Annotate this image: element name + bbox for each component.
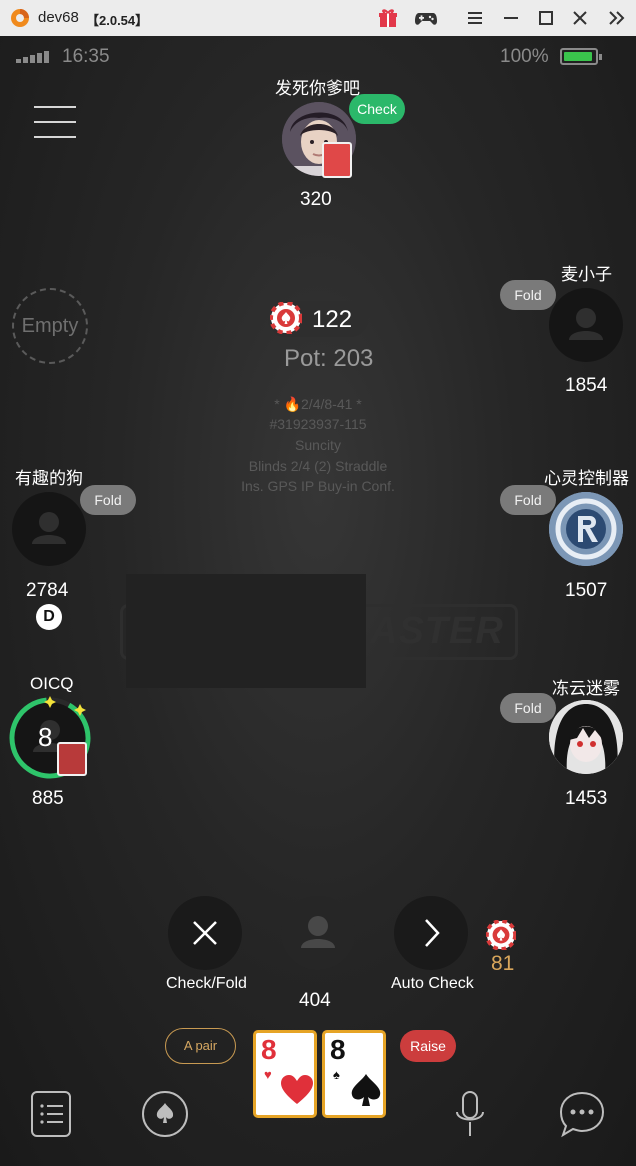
chip-icon [270,302,302,334]
battery-level [564,52,592,61]
heart-icon [281,1075,313,1104]
card-1-rank: 8 [261,1034,277,1065]
card-1-suit: ♥ [264,1067,272,1082]
table-info-blinds: Blinds 2/4 (2) Straddle [248,458,388,474]
watermark-redaction [126,574,366,688]
seat-left-2-cards [57,742,87,776]
app-name: dev68 [38,9,79,26]
table-info-stakes: * 🔥2/4/8-41 * [274,396,362,412]
chat-icon[interactable] [558,1090,606,1138]
spade-icon [351,1074,381,1106]
seat-top-cards [322,142,352,178]
emblem-avatar-icon [549,492,623,566]
app-logo-icon [11,9,29,27]
seat-left-1-name: 有趣的狗 [15,469,83,488]
minimize-icon[interactable] [500,7,522,29]
spade-icon[interactable] [141,1090,189,1138]
seat-right-2-avatar[interactable] [549,492,623,566]
hole-card-2[interactable]: 8 ♠ [322,1030,386,1118]
seat-left-1-stack: 2784 [26,580,69,601]
seat-right-2-stack: 1507 [565,580,608,601]
table-menu-button[interactable] [34,106,76,140]
table-info-id: #31923937-115 [269,416,367,432]
gift-icon[interactable] [377,7,399,29]
battery-percent: 100% [500,46,549,67]
auto-check-label[interactable]: Auto Check [391,975,474,993]
card-2-suit: ♠ [333,1067,340,1082]
seat-right-1-stack: 1854 [565,375,608,396]
seat-right-1-avatar[interactable] [549,288,623,362]
seat-top-name: 发死你爹吧 [275,79,360,98]
seat-right-2-name: 心灵控制器 [544,469,629,488]
default-avatar-icon [301,916,335,948]
hole-card-1[interactable]: 8 ♥ [253,1030,317,1118]
raise-button[interactable]: Raise [400,1030,456,1062]
table-info-club: Suncity [295,437,341,453]
turn-timer-count: 8 [38,722,53,752]
seat-left-2-stack: 885 [32,788,64,809]
seat-right-3-avatar[interactable] [549,700,623,774]
seat-right-3-stack: 1453 [565,788,608,809]
close-x-icon [193,921,217,945]
auto-check-button[interactable] [394,896,468,970]
pot-total: Pot: 203 [284,345,374,372]
check-fold-button[interactable] [168,896,242,970]
microphone-icon[interactable] [446,1090,494,1138]
default-avatar-icon [569,308,603,340]
seat-top-action-badge: Check [349,94,405,124]
list-icon[interactable] [28,1090,76,1138]
maximize-icon[interactable] [535,7,557,29]
seat-left-2-name: OICQ [30,674,74,693]
card-2-rank: 8 [330,1034,346,1065]
gamepad-icon[interactable] [414,7,438,29]
hero-avatar[interactable] [281,896,355,970]
menu-icon[interactable] [464,7,486,29]
default-avatar-icon [32,512,66,544]
battery-icon [560,48,602,65]
seat-right-2-action-badge: Fold [500,485,556,515]
close-icon[interactable] [569,7,591,29]
hero-bet-amount: 81 [491,952,515,975]
chip-icon [486,920,516,950]
clock: 16:35 [62,46,110,67]
hero-stack: 404 [299,990,331,1011]
chevron-right-icon [425,919,440,947]
empty-seat[interactable]: Empty [12,288,88,364]
seat-right-3-action-badge: Fold [500,693,556,723]
watermark-text: ASTER [370,610,504,652]
seat-top-stack: 320 [300,189,332,210]
check-fold-label[interactable]: Check/Fold [166,975,247,993]
current-bet-amount: 122 [312,306,353,333]
collapse-icon[interactable] [606,7,628,29]
hand-rank-badge: A pair [165,1028,236,1064]
app-version: 【2.0.54】 [86,13,149,28]
table-info-rules: Ins. GPS IP Buy-in Conf. [241,478,395,494]
anime-avatar-icon [549,700,623,774]
dealer-button: D [36,604,62,630]
seat-left-1-action-badge: Fold [80,485,136,515]
seat-left-1-avatar[interactable] [12,492,86,566]
seat-right-3-name: 冻云迷雾 [552,679,620,698]
emulator-titlebar: dev68 【2.0.54】 [0,0,636,36]
signal-icon [16,51,49,63]
seat-right-1-name: 麦小子 [561,265,612,284]
seat-right-1-action-badge: Fold [500,280,556,310]
